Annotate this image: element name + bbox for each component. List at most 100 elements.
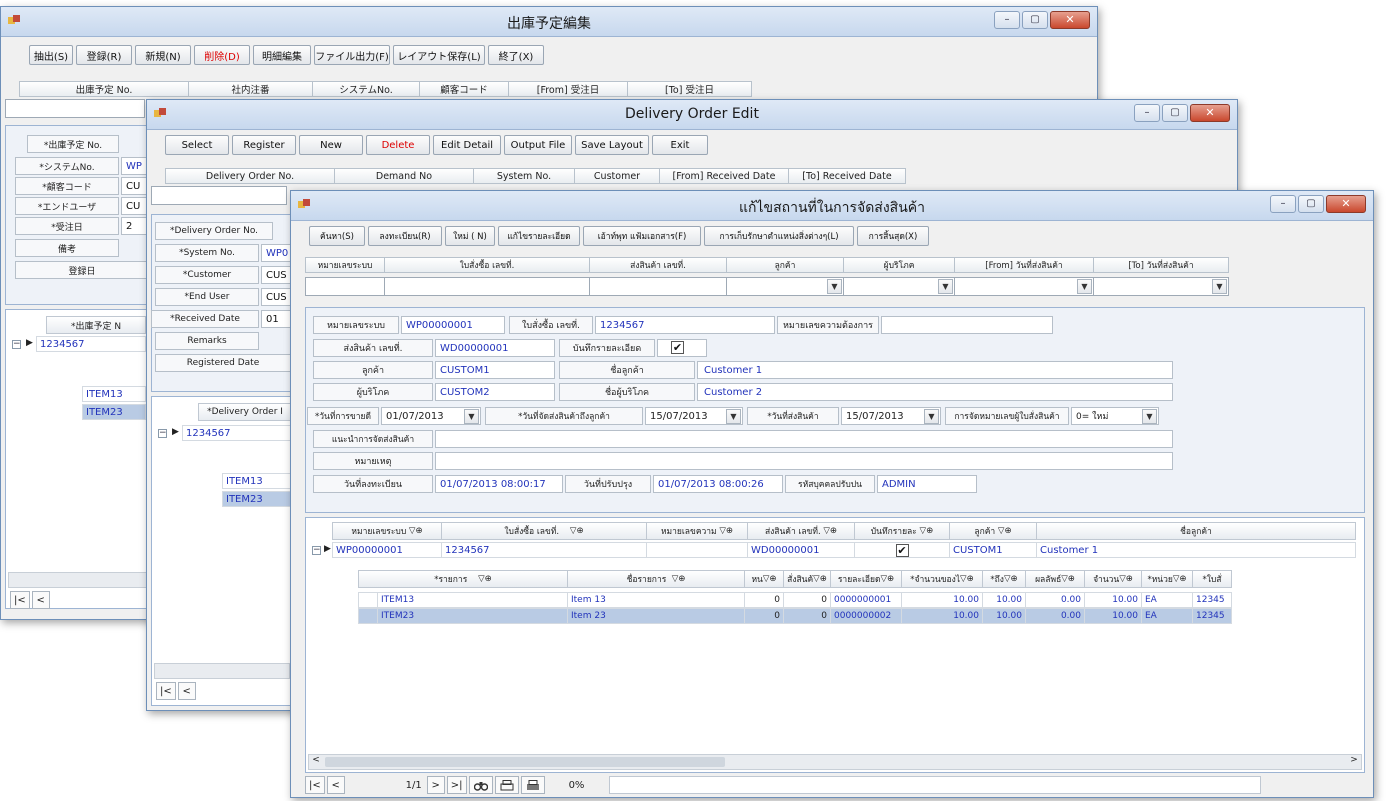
filter-icon[interactable]: ▽⊕: [1004, 574, 1018, 584]
sub-grid-cell[interactable]: 12345: [1192, 592, 1232, 608]
sub-grid-cell[interactable]: 0.00: [1025, 608, 1085, 624]
chevron-down-icon[interactable]: ▼: [924, 409, 939, 424]
next-page-icon[interactable]: >: [426, 776, 445, 794]
collapse-icon[interactable]: −: [12, 340, 21, 349]
sysno-field[interactable]: WP00000001: [401, 316, 505, 334]
filter-icon[interactable]: ▽⊕: [478, 574, 492, 584]
edit-detail-button[interactable]: 明細編集: [253, 45, 311, 65]
filter-icon[interactable]: ▽⊕: [409, 526, 423, 536]
sub-grid-cell[interactable]: Item 23: [567, 608, 745, 624]
do-search-input[interactable]: [589, 277, 727, 296]
grid-cell[interactable]: 1234567: [36, 336, 146, 352]
field-value[interactable]: WP: [121, 157, 149, 175]
grid-cell[interactable]: CUSTOM1: [949, 542, 1037, 558]
sub-grid-cell[interactable]: 0000000001: [830, 592, 902, 608]
sub-grid-cell[interactable]: Item 13: [567, 592, 745, 608]
filter-icon[interactable]: ▽⊕: [1061, 574, 1075, 584]
consumer-field[interactable]: CUSTOM2: [435, 383, 555, 401]
sub-grid-cell[interactable]: 10.00: [982, 608, 1026, 624]
shipping-instruction-field[interactable]: [435, 430, 1173, 448]
filter-icon[interactable]: ▽⊕: [570, 526, 584, 536]
sub-grid-cell[interactable]: 10.00: [1084, 592, 1142, 608]
po-search-input[interactable]: [384, 277, 590, 296]
row-selector[interactable]: [358, 592, 378, 608]
extract-button[interactable]: 抽出(S): [29, 45, 73, 65]
chevron-down-icon[interactable]: ▼: [464, 409, 479, 424]
search-input[interactable]: [151, 186, 287, 205]
detail-record-checkbox[interactable]: ✔: [671, 341, 684, 354]
from-date-select[interactable]: ▼: [954, 277, 1094, 296]
po-field[interactable]: 1234567: [595, 316, 775, 334]
minimize-button[interactable]: –: [1270, 195, 1296, 213]
scroll-right-icon[interactable]: >: [1347, 755, 1361, 769]
sub-grid-cell[interactable]: 12345: [1192, 608, 1232, 624]
field-value[interactable]: 2: [121, 217, 149, 235]
field-value[interactable]: 01: [261, 310, 291, 328]
new-button[interactable]: New: [299, 135, 363, 155]
prev-page-icon[interactable]: <: [31, 591, 50, 609]
sub-grid-cell[interactable]: 0000000002: [830, 608, 902, 624]
field-value[interactable]: CU: [121, 197, 149, 215]
sub-grid-cell[interactable]: 0: [783, 608, 831, 624]
search-button[interactable]: ค้นหา(S): [309, 226, 365, 246]
chevron-down-icon[interactable]: ▼: [827, 279, 842, 294]
sub-grid-cell[interactable]: 10.00: [901, 608, 983, 624]
print-preview-icon[interactable]: [494, 776, 519, 794]
save-layout-button[interactable]: Save Layout: [575, 135, 649, 155]
print-icon[interactable]: [520, 776, 545, 794]
save-layout-button[interactable]: การเก็บรักษาตำแหน่งสิ่งต่างๆ(L): [704, 226, 854, 246]
binoculars-icon[interactable]: [468, 776, 493, 794]
sub-grid-cell[interactable]: 10.00: [982, 592, 1026, 608]
chevron-down-icon[interactable]: ▼: [1142, 409, 1157, 424]
output-file-button[interactable]: ファイル出力(F): [314, 45, 390, 65]
grid-cell[interactable]: WP00000001: [332, 542, 442, 558]
filter-icon[interactable]: ▽⊕: [920, 526, 934, 536]
register-button[interactable]: Register: [232, 135, 296, 155]
row-selector[interactable]: [358, 608, 378, 624]
chevron-down-icon[interactable]: ▼: [1212, 279, 1227, 294]
first-page-icon[interactable]: |<: [156, 682, 176, 700]
customer-select[interactable]: ▼: [726, 277, 844, 296]
search-input[interactable]: [5, 99, 145, 118]
edit-detail-button[interactable]: Edit Detail: [433, 135, 501, 155]
field-value[interactable]: CUS: [261, 288, 291, 306]
output-file-button[interactable]: Output File: [504, 135, 572, 155]
scroll-left-icon[interactable]: <: [309, 755, 323, 769]
demand-field[interactable]: [881, 316, 1053, 334]
chevron-down-icon[interactable]: ▼: [938, 279, 953, 294]
maximize-button[interactable]: ▢: [1022, 11, 1048, 29]
horizontal-scrollbar[interactable]: [154, 663, 290, 679]
horizontal-scrollbar[interactable]: < >: [308, 754, 1362, 770]
chevron-down-icon[interactable]: ▼: [726, 409, 741, 424]
filter-icon[interactable]: ▽⊕: [719, 526, 733, 536]
sub-grid-cell[interactable]: 0.00: [1025, 592, 1085, 608]
filter-icon[interactable]: ▽⊕: [880, 574, 894, 584]
close-button[interactable]: ✕: [1326, 195, 1366, 213]
item-cell[interactable]: ITEM13: [222, 473, 292, 489]
close-button[interactable]: ✕: [1190, 104, 1230, 122]
grid-checkbox-cell[interactable]: ✔: [854, 542, 950, 558]
received-date-picker[interactable]: 01/07/2013 ▼: [381, 407, 481, 425]
exit-button[interactable]: 終了(X): [488, 45, 544, 65]
ship-date-picker[interactable]: 15/07/2013 ▼: [841, 407, 941, 425]
item-cell[interactable]: ITEM13: [82, 386, 146, 402]
sysno-search-input[interactable]: [305, 277, 385, 296]
filter-icon[interactable]: ▽⊕: [672, 574, 686, 584]
do-field[interactable]: WD00000001: [435, 339, 555, 357]
grid-cell[interactable]: WD00000001: [747, 542, 855, 558]
grid-cell[interactable]: [646, 542, 748, 558]
collapse-icon[interactable]: −: [312, 546, 321, 555]
register-button[interactable]: ลงทะเบียน(R): [368, 226, 442, 246]
remarks-field[interactable]: [435, 452, 1173, 470]
close-button[interactable]: ✕: [1050, 11, 1090, 29]
filter-icon[interactable]: ▽⊕: [1173, 574, 1187, 584]
field-value[interactable]: WP0: [261, 244, 291, 262]
to-date-select[interactable]: ▼: [1093, 277, 1229, 296]
numbering-select[interactable]: 0= ใหม่ ▼: [1071, 407, 1159, 425]
sub-grid-cell[interactable]: 0: [744, 592, 784, 608]
sub-grid-cell[interactable]: ITEM23: [377, 608, 568, 624]
sub-grid-cell[interactable]: 0: [783, 592, 831, 608]
grid-cell[interactable]: 1234567: [182, 425, 292, 441]
exit-button[interactable]: การสิ้นสุด(X): [857, 226, 929, 246]
consumer-name-field[interactable]: Customer 2: [697, 383, 1173, 401]
